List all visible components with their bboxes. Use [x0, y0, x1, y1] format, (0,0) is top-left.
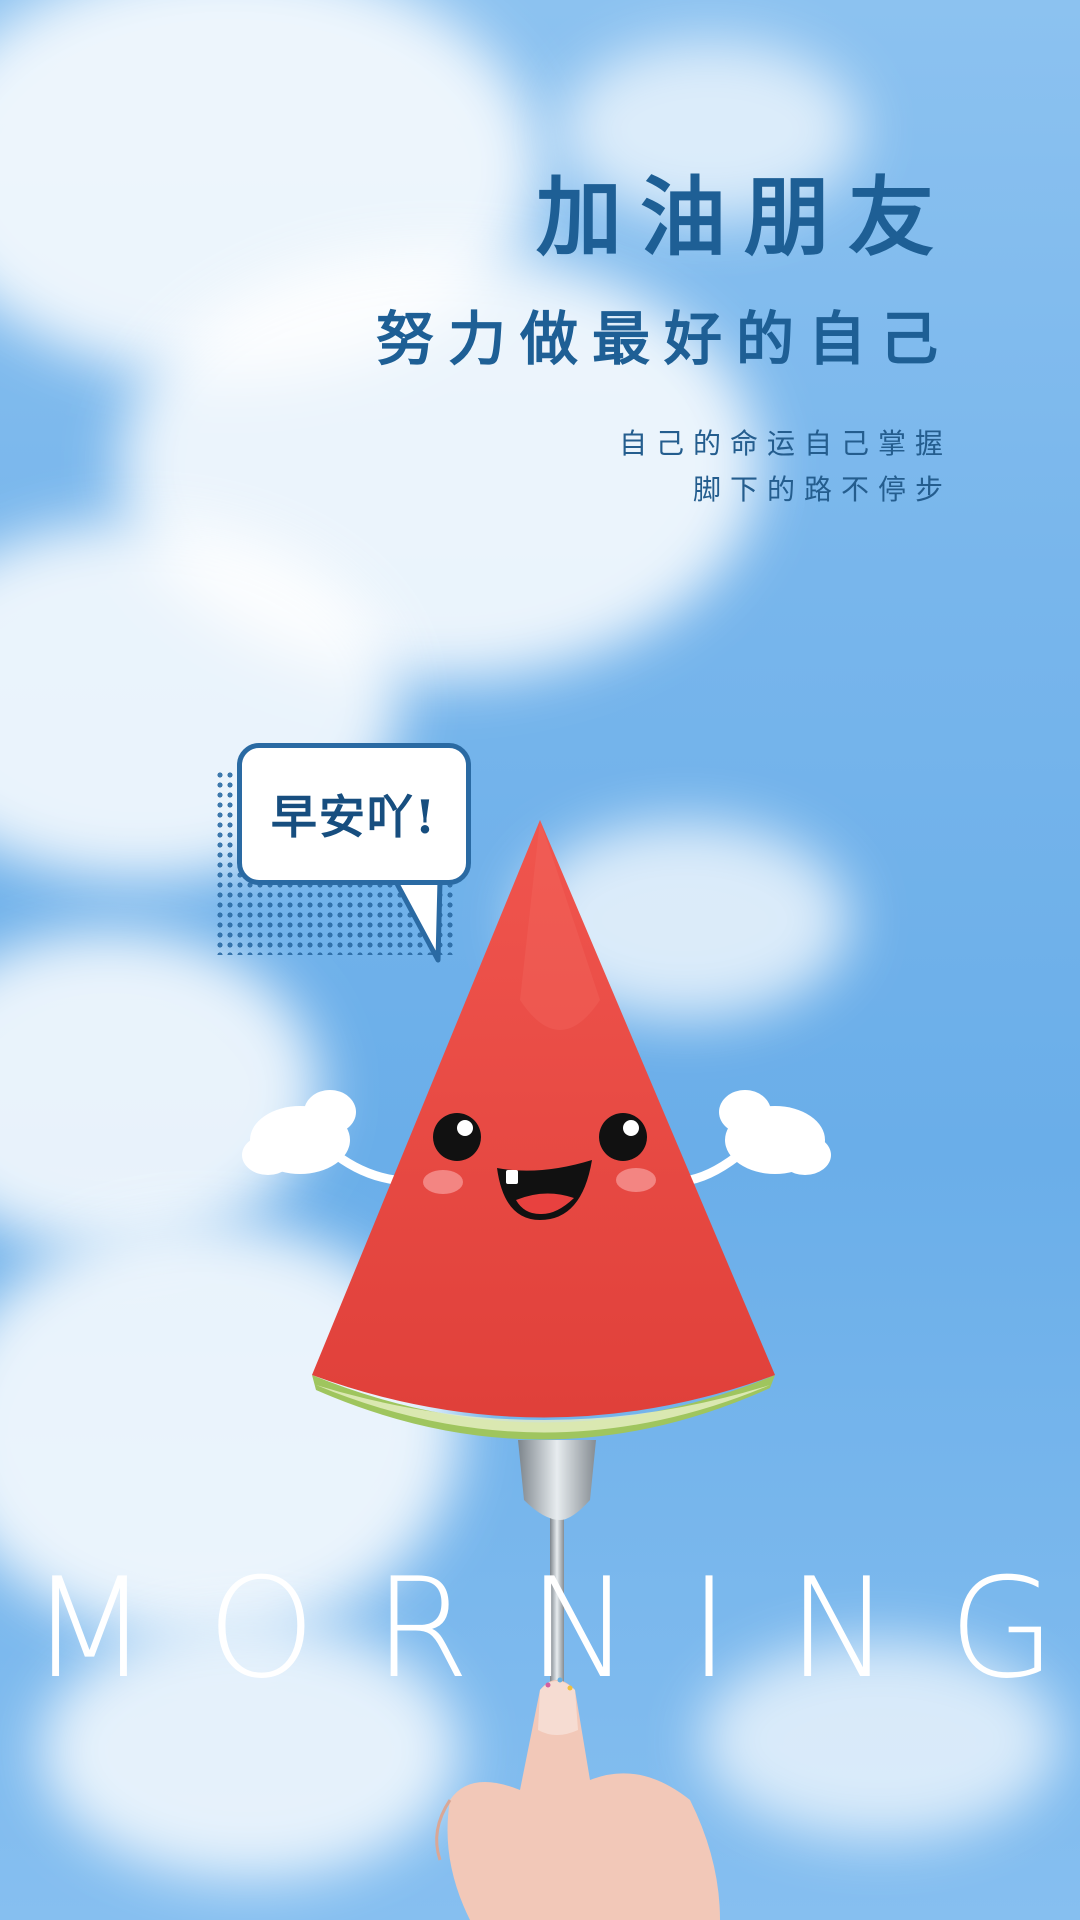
right-arm [685, 1090, 831, 1185]
poster: 加油朋友 努力做最好的自己 自己的命运自己掌握 脚下的路不停步 早安吖! MOR… [0, 0, 1080, 1920]
morning-word: MORNING [30, 1548, 1080, 1709]
left-arm [242, 1090, 400, 1185]
watermelon-slice [312, 820, 775, 1440]
hand [435, 1677, 720, 1920]
